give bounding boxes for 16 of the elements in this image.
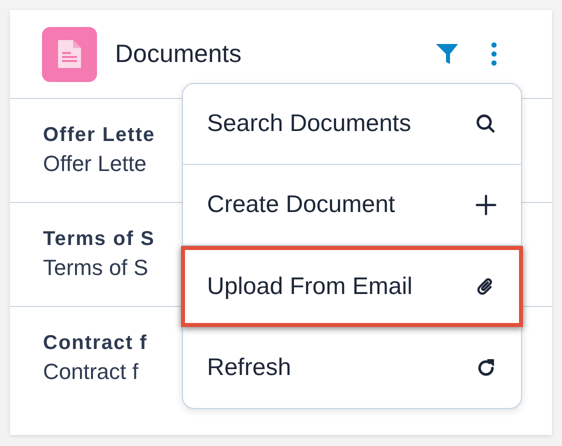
document-name[interactable]: Terms of S xyxy=(43,228,155,251)
menu-item[interactable]: Upload From Email xyxy=(181,246,523,327)
document-subtitle: Terms of S xyxy=(43,255,148,281)
filter-icon[interactable] xyxy=(435,42,459,66)
plus-icon xyxy=(475,194,497,216)
more-options-icon[interactable] xyxy=(491,42,497,66)
document-subtitle: Contract f xyxy=(43,359,138,385)
document-name[interactable]: Offer Lette xyxy=(43,124,156,147)
document-subtitle: Offer Lette xyxy=(43,151,147,177)
document-icon xyxy=(42,26,97,82)
menu-item[interactable]: Search Documents xyxy=(183,84,521,165)
card-title: Documents xyxy=(115,40,242,68)
search-icon xyxy=(475,113,497,135)
document-name[interactable]: Contract f xyxy=(43,332,148,355)
menu-item[interactable]: Refresh xyxy=(183,327,521,408)
menu-item[interactable]: Create Document xyxy=(183,165,521,246)
